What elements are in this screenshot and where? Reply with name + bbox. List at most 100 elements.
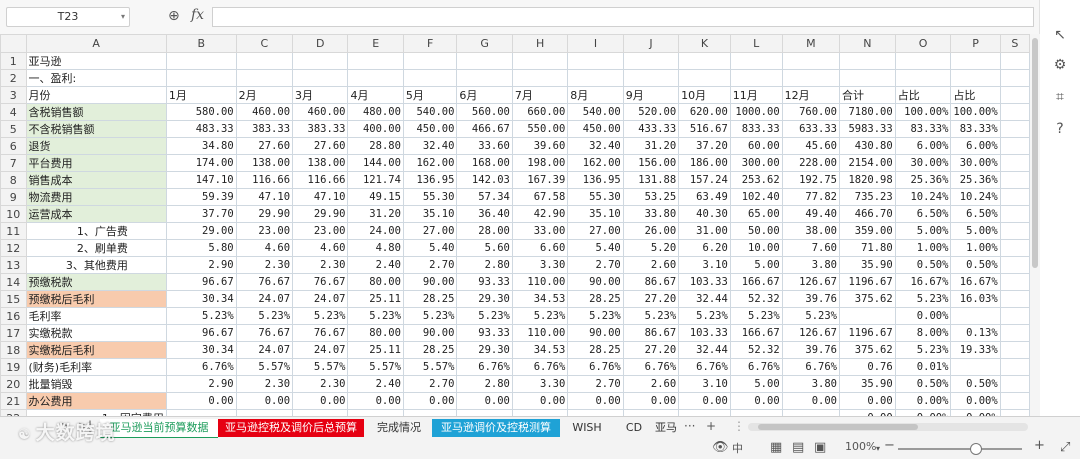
data-cell[interactable]: 35.10 xyxy=(567,205,624,223)
spreadsheet-grid[interactable]: ABCDEFGHIJKLMNOPS 1 亚马逊 2 一、盈利: 3 月份 1月 2月 3月 4月 5… xyxy=(0,34,1030,416)
data-cell[interactable]: 39.76 xyxy=(781,290,841,308)
data-cell[interactable]: 6.76% xyxy=(678,358,731,376)
row-number[interactable]: 7 xyxy=(0,154,27,172)
help-icon[interactable]: ? xyxy=(1051,120,1069,138)
data-cell[interactable]: 400.00 xyxy=(347,120,404,138)
data-cell[interactable]: 433.33 xyxy=(622,120,680,138)
data-cell[interactable]: 2.80 xyxy=(456,375,513,393)
data-cell[interactable]: 86.67 xyxy=(622,273,680,291)
column-header[interactable]: A xyxy=(25,34,167,53)
data-cell[interactable] xyxy=(839,307,896,325)
data-cell[interactable]: 0.00% xyxy=(894,307,952,325)
data-cell[interactable]: 110.00 xyxy=(511,324,569,342)
data-cell[interactable]: 80.00 xyxy=(347,273,404,291)
data-cell[interactable]: 168.00 xyxy=(456,154,513,172)
data-cell[interactable]: 0.50% xyxy=(950,375,1001,393)
row-label-cell[interactable]: 实缴税后毛利 xyxy=(25,341,167,359)
eye-protection-icon[interactable]: 👁 xyxy=(712,440,729,455)
data-cell[interactable]: 6.50% xyxy=(894,205,952,223)
data-cell[interactable]: 29.00 xyxy=(165,222,237,240)
data-cell[interactable]: 1820.98 xyxy=(839,171,896,189)
data-cell[interactable] xyxy=(622,69,680,87)
cursor-icon[interactable]: ↖ xyxy=(1051,26,1069,44)
data-cell[interactable]: 90.00 xyxy=(402,324,458,342)
row-label-cell[interactable]: 毛利率 xyxy=(25,307,167,325)
data-cell[interactable]: 90.00 xyxy=(567,324,624,342)
data-cell[interactable]: 30.00% xyxy=(894,154,952,172)
data-cell[interactable]: 0.01% xyxy=(894,358,952,376)
data-cell[interactable] xyxy=(511,52,569,70)
row-label-cell[interactable]: 预缴税后毛利 xyxy=(25,290,167,308)
data-cell[interactable]: 2154.00 xyxy=(839,154,896,172)
data-cell[interactable]: 5.00 xyxy=(729,375,783,393)
sheet-tab-tax-total[interactable]: 亚马逊控税及调价后总预算 xyxy=(218,419,364,437)
data-cell[interactable]: 116.66 xyxy=(235,171,294,189)
data-cell[interactable]: 35.10 xyxy=(402,205,458,223)
data-cell[interactable]: 466.70 xyxy=(839,205,896,223)
data-cell[interactable]: 1月 xyxy=(165,86,237,104)
row-label-cell[interactable]: 不含税销售额 xyxy=(25,120,167,138)
data-cell[interactable]: 166.67 xyxy=(729,273,783,291)
row-label-cell[interactable]: 运营成本 xyxy=(25,205,167,223)
data-cell[interactable]: 31.00 xyxy=(678,222,731,240)
data-cell[interactable]: 383.33 xyxy=(235,120,294,138)
data-cell[interactable]: 3月 xyxy=(292,86,349,104)
data-cell[interactable]: 760.00 xyxy=(781,103,841,121)
data-cell[interactable]: 2.40 xyxy=(347,256,404,274)
data-cell[interactable]: 2.30 xyxy=(235,375,294,393)
data-cell[interactable]: 0.76 xyxy=(839,358,896,376)
data-cell[interactable]: 8月 xyxy=(567,86,624,104)
data-cell[interactable] xyxy=(402,52,458,70)
row-label-cell[interactable]: 预缴税款 xyxy=(25,273,167,291)
data-cell[interactable]: 83.33% xyxy=(894,120,952,138)
data-cell[interactable]: 10月 xyxy=(678,86,731,104)
data-cell[interactable]: 4.80 xyxy=(347,239,404,257)
vertical-scrollbar[interactable] xyxy=(1030,34,1040,416)
data-cell[interactable]: 5.23% xyxy=(292,307,349,325)
row-number[interactable]: 13 xyxy=(0,256,27,274)
data-cell[interactable]: 167.39 xyxy=(511,171,569,189)
data-cell[interactable] xyxy=(894,52,952,70)
data-cell[interactable]: 1196.67 xyxy=(839,324,896,342)
column-header[interactable]: M xyxy=(781,34,841,53)
data-cell[interactable]: 0.00% xyxy=(894,392,952,410)
column-header[interactable]: P xyxy=(950,34,1001,53)
data-cell[interactable] xyxy=(999,171,1030,189)
data-cell[interactable] xyxy=(999,375,1030,393)
column-header[interactable]: N xyxy=(839,34,896,53)
data-cell[interactable]: 23.00 xyxy=(235,222,294,240)
data-cell[interactable]: 96.67 xyxy=(165,273,237,291)
data-cell[interactable]: 86.67 xyxy=(622,324,680,342)
data-cell[interactable]: 24.07 xyxy=(292,290,349,308)
row-number[interactable]: 14 xyxy=(0,273,27,291)
data-cell[interactable] xyxy=(456,69,513,87)
data-cell[interactable]: 0.00 xyxy=(729,392,783,410)
data-cell[interactable]: 45.60 xyxy=(781,137,841,155)
data-cell[interactable]: 126.67 xyxy=(781,324,841,342)
data-cell[interactable] xyxy=(999,69,1030,87)
data-cell[interactable]: 5.60 xyxy=(456,239,513,257)
data-cell[interactable]: 620.00 xyxy=(678,103,731,121)
data-cell[interactable]: 6.76% xyxy=(567,358,624,376)
data-cell[interactable]: 1196.67 xyxy=(839,273,896,291)
data-cell[interactable] xyxy=(999,239,1030,257)
data-cell[interactable]: 25.36% xyxy=(894,171,952,189)
data-cell[interactable]: 174.00 xyxy=(165,154,237,172)
data-cell[interactable]: 2.70 xyxy=(567,256,624,274)
data-cell[interactable]: 516.67 xyxy=(678,120,731,138)
data-cell[interactable]: 5.23% xyxy=(781,307,841,325)
data-cell[interactable]: 5月 xyxy=(402,86,458,104)
data-cell[interactable]: 186.00 xyxy=(678,154,731,172)
data-cell[interactable]: 580.00 xyxy=(165,103,237,121)
data-cell[interactable]: 67.58 xyxy=(511,188,569,206)
data-cell[interactable] xyxy=(999,86,1030,104)
data-cell[interactable]: 2月 xyxy=(235,86,294,104)
data-cell[interactable] xyxy=(950,52,1001,70)
data-cell[interactable]: 5.00 xyxy=(729,256,783,274)
data-cell[interactable]: 6.20 xyxy=(678,239,731,257)
data-cell[interactable]: 9月 xyxy=(622,86,680,104)
data-cell[interactable]: 198.00 xyxy=(511,154,569,172)
row-label-cell[interactable]: 实缴税款 xyxy=(25,324,167,342)
data-cell[interactable]: 76.67 xyxy=(235,324,294,342)
data-cell[interactable]: 76.67 xyxy=(292,324,349,342)
